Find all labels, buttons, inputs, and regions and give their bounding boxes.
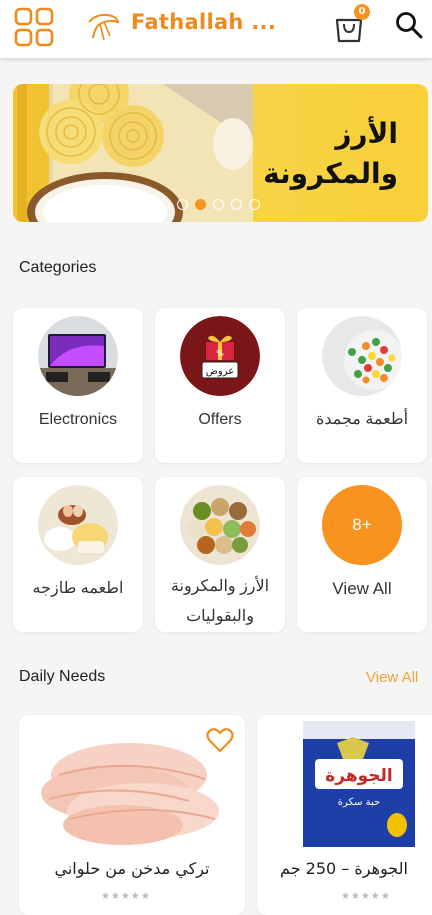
offers-gift-box-image: % عروض <box>180 316 260 396</box>
cart-count-badge: 0 <box>354 4 370 20</box>
daily-needs-view-all-link[interactable]: View All <box>366 669 418 686</box>
category-label: اطعمه طازجه <box>32 580 124 597</box>
frozen-vegetables-image <box>322 316 402 396</box>
category-rice-pasta-legumes[interactable]: الأرز والمكرونة والبقوليات <box>155 477 285 632</box>
tv-electronics-image <box>38 316 118 396</box>
offers-image-percent: % <box>216 349 224 358</box>
category-label-line1: الأرز والمكرونة <box>170 578 270 595</box>
category-label-line2: والبقوليات <box>186 608 254 625</box>
grid-menu-icon[interactable] <box>14 7 54 47</box>
product-name: الجوهرة – 250 جم <box>280 859 408 878</box>
category-fresh-food[interactable]: اطعمه طازجه <box>13 477 143 632</box>
banner-dot[interactable] <box>249 199 260 210</box>
category-label: Electronics <box>38 411 118 428</box>
pack-brand-text: الجوهرة <box>325 766 393 786</box>
banner-dot[interactable] <box>177 199 188 210</box>
daily-needs-title: Daily Needs <box>19 668 106 685</box>
banner-pagination <box>159 199 260 210</box>
search-icon[interactable] <box>394 10 424 40</box>
product-card[interactable]: الجوهرة حبة سكرة الجوهرة – 250 جم ★★★★★ <box>257 715 432 915</box>
banner-dot[interactable] <box>213 199 224 210</box>
top-app-bar: Fathallah ... 0 <box>0 0 432 58</box>
fathallah-logo-icon <box>88 13 120 41</box>
banner-title: الأرز والمكرونة <box>238 114 398 194</box>
category-label: Offers <box>198 411 242 428</box>
al-gawhara-tea-pack-image: الجوهرة حبة سكرة <box>257 715 432 853</box>
category-offers[interactable]: % عروض Offers <box>155 308 285 463</box>
category-frozen-food[interactable]: أطعمة مجمدة <box>297 308 427 463</box>
category-label: View All <box>332 579 392 598</box>
view-all-count-badge: 8+ <box>322 485 402 565</box>
app-title: Fathallah ... <box>131 10 277 34</box>
banner-title-line1: الأرز <box>335 117 398 150</box>
product-rating: ★★★★★ <box>341 891 391 902</box>
fresh-food-image <box>38 485 118 565</box>
product-rating: ★★★★★ <box>101 891 151 902</box>
pack-subtitle-text: حبة سكرة <box>338 797 380 808</box>
rice-pasta-legumes-image <box>180 485 260 565</box>
product-name: تركي مدخن من حلواني <box>54 859 210 878</box>
banner-dot[interactable] <box>231 199 242 210</box>
banner-dot[interactable] <box>159 199 170 210</box>
category-electronics[interactable]: Electronics <box>13 308 143 463</box>
banner-dot[interactable] <box>195 199 206 210</box>
category-view-all[interactable]: 8+ View All <box>297 477 427 632</box>
category-label: أطعمة مجمدة <box>315 411 409 428</box>
banner-title-line2: والمكرونة <box>263 157 398 190</box>
categories-title: Categories <box>19 259 97 276</box>
offers-image-text: عروض <box>206 366 234 377</box>
favorite-heart-icon[interactable] <box>206 727 234 753</box>
